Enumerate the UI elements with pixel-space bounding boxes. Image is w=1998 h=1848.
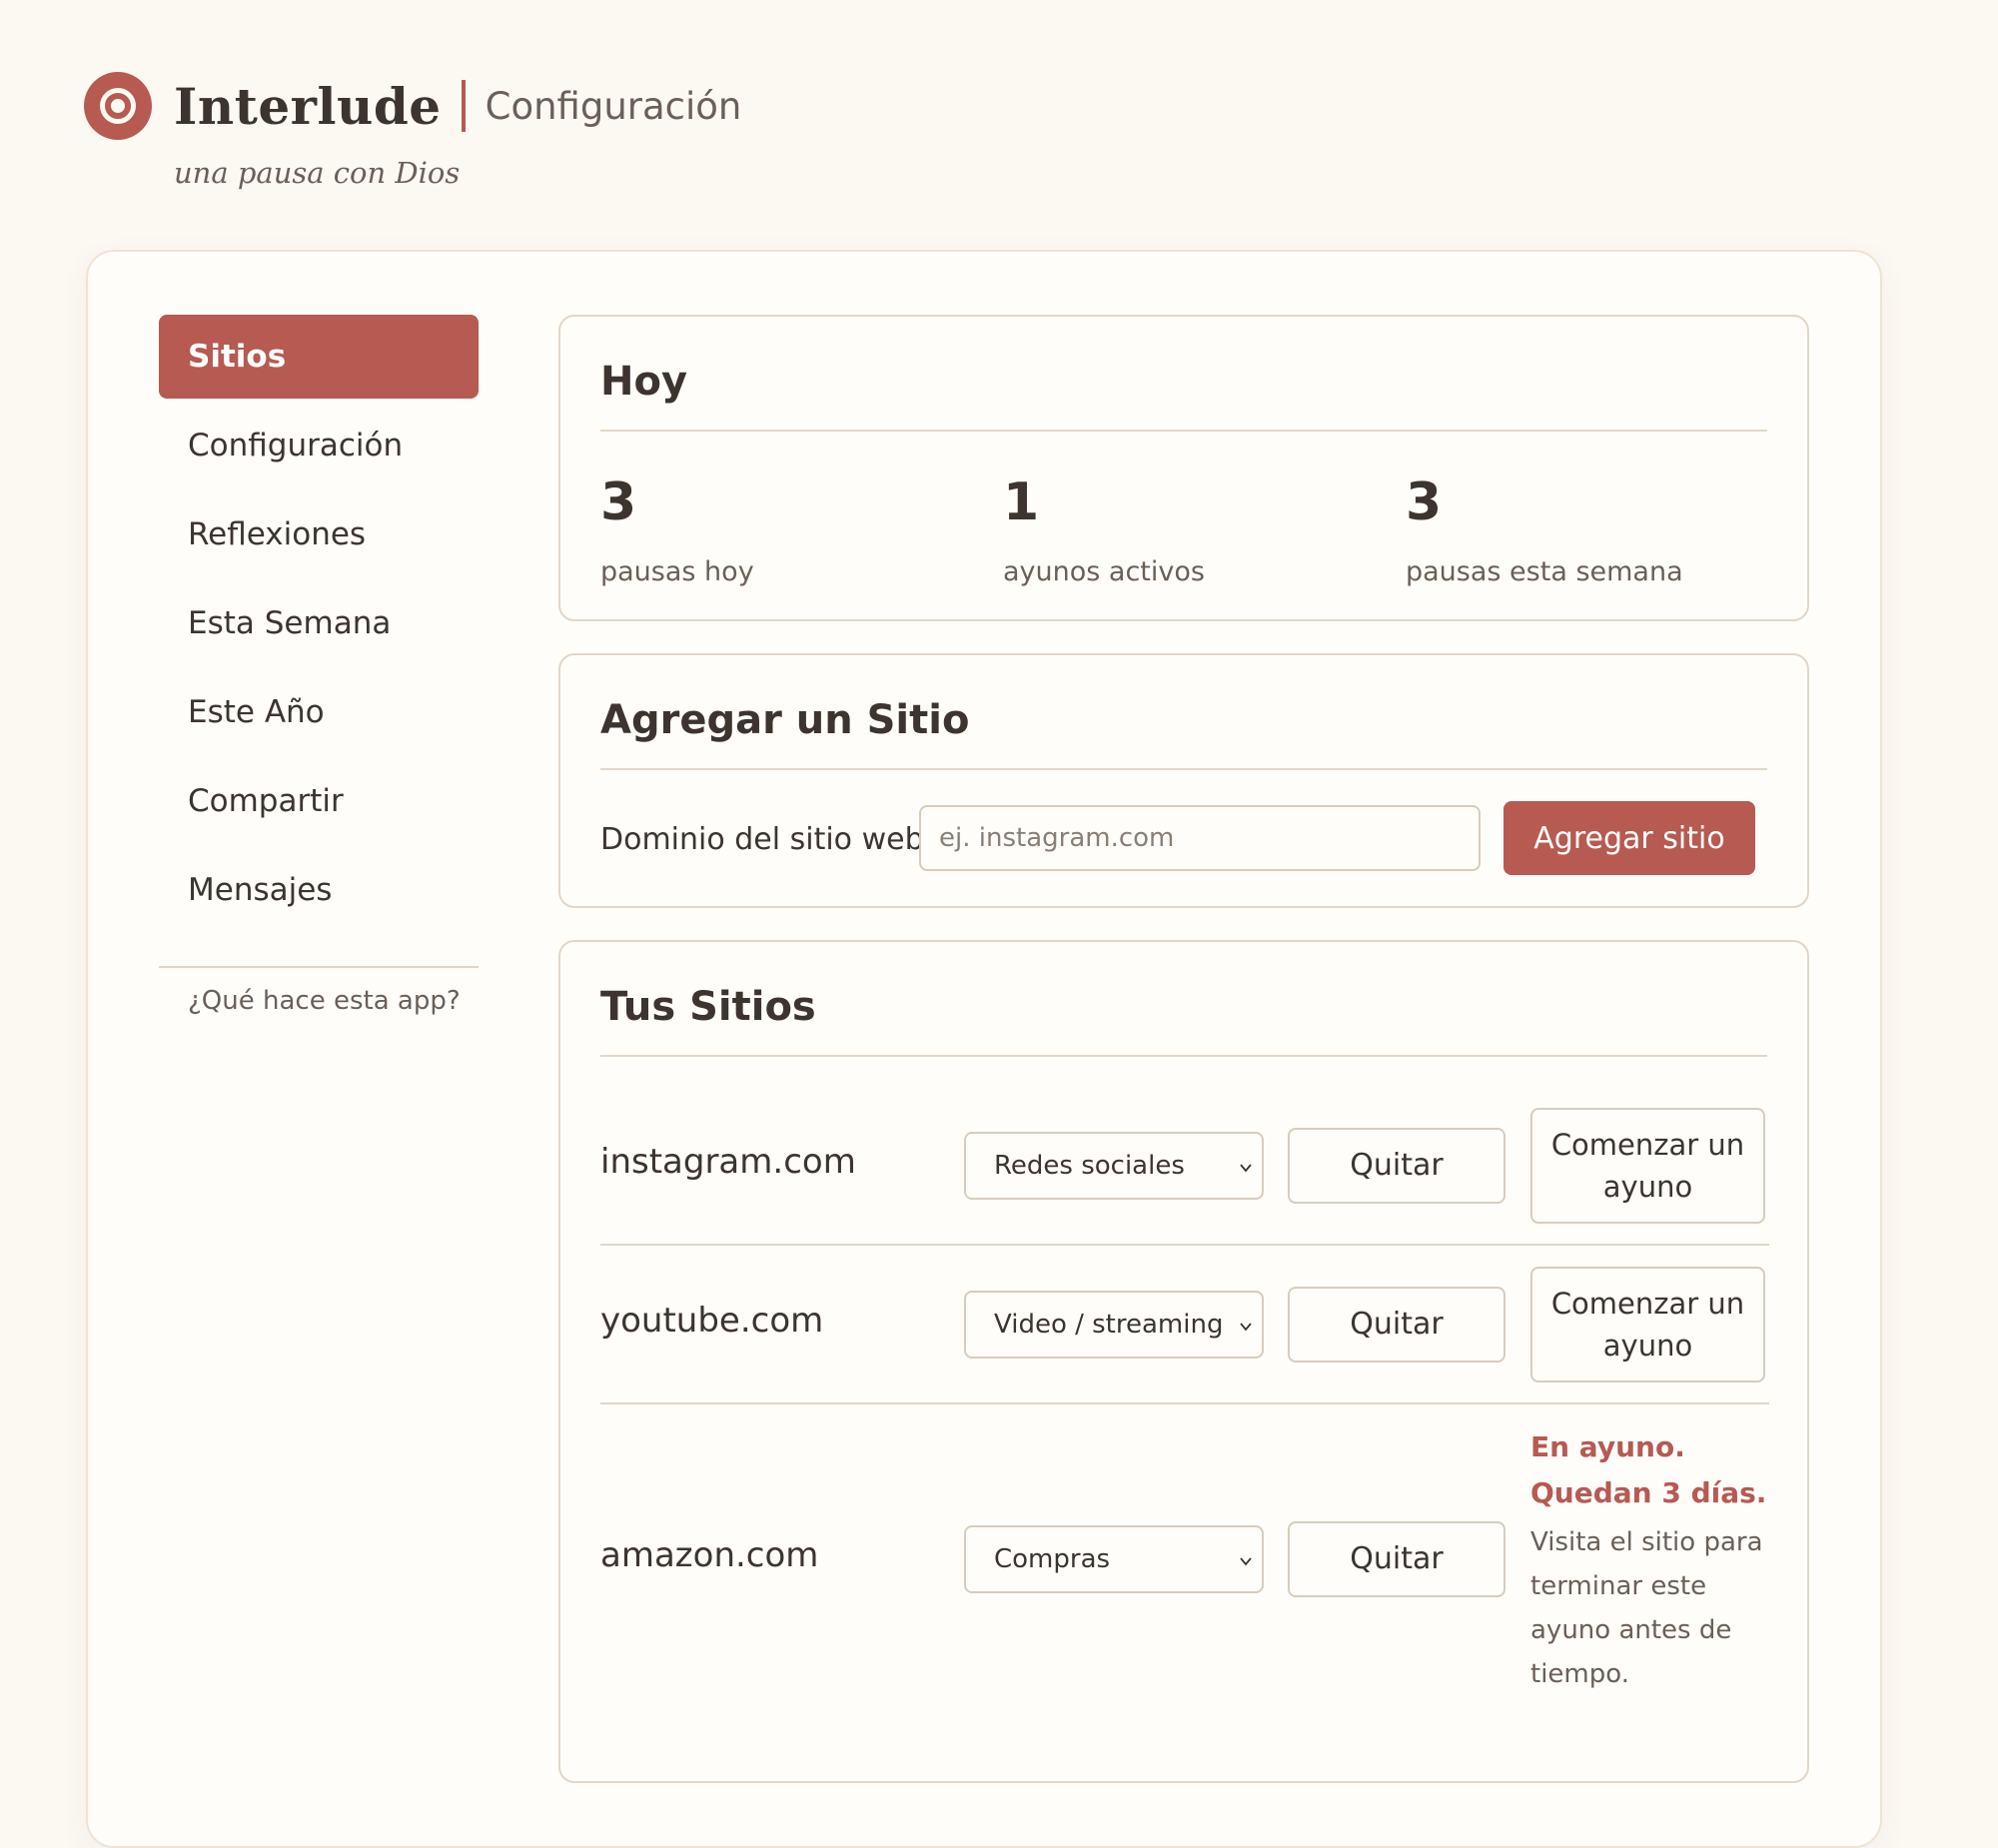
sidebar-item-compartir[interactable]: Compartir [159, 759, 479, 843]
sidebar-item-este-ano[interactable]: Este Año [159, 670, 479, 754]
stat-pausas-semana: 3 pausas esta semana [1406, 476, 1683, 587]
sidebar-item-esta-semana[interactable]: Esta Semana [159, 581, 479, 665]
today-panel: Hoy 3 pausas hoy 1 ayunos activos 3 paus… [558, 315, 1809, 621]
sidebar-item-sitios[interactable]: Sitios [159, 315, 479, 399]
site-row: amazon.com Compras Quitar En ayuno. Qued… [600, 1404, 1769, 1704]
add-site-title: Agregar un Sitio [600, 697, 970, 743]
chevron-down-icon [1240, 1323, 1252, 1332]
target-logo-icon [84, 72, 152, 140]
domain-input[interactable] [919, 805, 1481, 871]
fast-status-title: En ayuno. Quedan 3 días. [1530, 1430, 1767, 1509]
app-tagline: una pausa con Dios [174, 156, 461, 190]
remove-site-button[interactable]: Quitar [1288, 1287, 1505, 1363]
today-divider [600, 430, 1767, 432]
stat-value: 1 [1003, 472, 1040, 532]
add-site-divider [600, 768, 1767, 770]
stat-value: 3 [600, 472, 637, 532]
site-row: instagram.com Redes sociales Quitar Come… [600, 1087, 1769, 1246]
category-value: Video / streaming [994, 1310, 1224, 1340]
sites-divider [600, 1055, 1767, 1057]
category-select[interactable]: Redes sociales [964, 1132, 1264, 1200]
help-link[interactable]: ¿Qué hace esta app? [159, 986, 479, 1016]
start-fast-button[interactable]: Comenzar un ayuno [1530, 1267, 1765, 1383]
sites-title: Tus Sitios [600, 984, 816, 1030]
chevron-down-icon [1240, 1164, 1252, 1173]
stat-ayunos-activos: 1 ayunos activos [1003, 476, 1205, 587]
stat-pausas-hoy: 3 pausas hoy [600, 476, 754, 587]
add-site-panel: Agregar un Sitio Dominio del sitio web A… [558, 653, 1809, 908]
category-value: Compras [994, 1544, 1111, 1574]
site-domain: youtube.com [600, 1301, 824, 1341]
sidebar-item-reflexiones[interactable]: Reflexiones [159, 492, 479, 576]
header-divider [461, 80, 466, 132]
stat-value: 3 [1406, 472, 1443, 532]
category-select[interactable]: Compras [964, 1525, 1264, 1593]
stat-label: ayunos activos [1003, 556, 1205, 587]
app-header: Interlude Configuración [84, 66, 741, 146]
start-fast-button[interactable]: Comenzar un ayuno [1530, 1108, 1765, 1224]
site-row: youtube.com Video / streaming Quitar Com… [600, 1246, 1769, 1404]
fast-status: En ayuno. Quedan 3 días. Visita el sitio… [1530, 1424, 1780, 1696]
chevron-down-icon [1240, 1557, 1252, 1566]
add-site-button[interactable]: Agregar sitio [1503, 801, 1755, 875]
sidebar-nav: Sitios Configuración Reflexiones Esta Se… [159, 315, 479, 1016]
sites-panel: Tus Sitios instagram.com Redes sociales … [558, 940, 1809, 1783]
today-title: Hoy [600, 359, 688, 405]
remove-site-button[interactable]: Quitar [1288, 1521, 1505, 1597]
page-title: Configuración [485, 84, 742, 128]
stat-label: pausas hoy [600, 556, 754, 587]
sidebar-item-mensajes[interactable]: Mensajes [159, 848, 479, 932]
domain-field-label: Dominio del sitio web [600, 822, 924, 857]
category-value: Redes sociales [994, 1151, 1185, 1181]
category-select[interactable]: Video / streaming [964, 1291, 1264, 1359]
remove-site-button[interactable]: Quitar [1288, 1128, 1505, 1204]
app-name: Interlude [174, 76, 442, 136]
site-domain: amazon.com [600, 1535, 819, 1575]
sidebar-divider [159, 966, 479, 968]
stat-label: pausas esta semana [1406, 556, 1683, 587]
site-domain: instagram.com [600, 1142, 856, 1182]
fast-status-note: Visita el sitio para terminar este ayuno… [1530, 1527, 1763, 1689]
sidebar-item-configuracion[interactable]: Configuración [159, 404, 479, 487]
